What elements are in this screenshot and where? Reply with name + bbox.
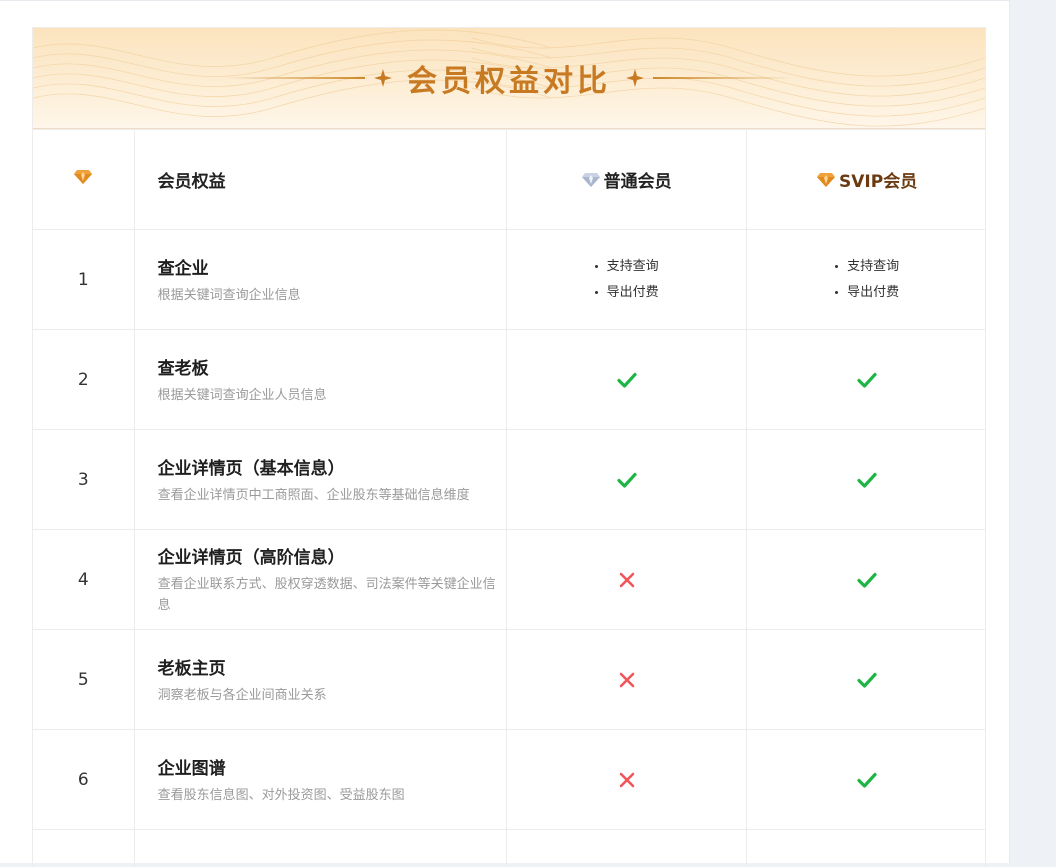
feature-cell: 企业详情页（高阶信息） 查看企业联系方式、股权穿透数据、司法案件等关键企业信息: [134, 530, 506, 630]
plan-normal-cell: [506, 630, 746, 730]
feature-cell: [134, 830, 506, 867]
diamond-gold-icon: [817, 172, 835, 188]
plan-normal-label: 普通会员: [604, 167, 672, 192]
check-icon: [856, 469, 878, 491]
cross-icon: [616, 569, 638, 591]
bullet-text: 导出付费: [607, 280, 659, 306]
row-number: 2: [33, 330, 134, 430]
feature-description: 根据关键词查询企业信息: [158, 285, 506, 306]
diamond-gold-icon: [74, 169, 92, 185]
feature-description: 根据关键词查询企业人员信息: [158, 385, 506, 406]
diamond-silver-icon: [582, 172, 600, 188]
sparkle-icon: [373, 68, 393, 88]
row-number: [33, 830, 134, 867]
title-rule-left: [225, 77, 365, 79]
feature-title: 查企业: [158, 254, 506, 279]
feature-cell: 老板主页洞察老板与各企业间商业关系: [134, 630, 506, 730]
plan-normal-cell: [506, 530, 746, 630]
feature-bullet-list: 支持查询导出付费: [595, 254, 659, 306]
bullet-text: 支持查询: [607, 254, 659, 280]
plan-svip-cell: [747, 630, 986, 730]
check-icon: [856, 769, 878, 791]
feature-cell: 企业详情页（基本信息） 查看企业详情页中工商照面、企业股东等基础信息维度: [134, 430, 506, 530]
row-number: 6: [33, 730, 134, 830]
feature-title: 查老板: [158, 354, 506, 379]
row-number: 3: [33, 430, 134, 530]
feature-cell: 查企业根据关键词查询企业信息: [134, 230, 506, 330]
plan-normal-cell: [506, 730, 746, 830]
plan-svip-cell: [747, 830, 986, 867]
table-row: [33, 830, 986, 867]
header-feature-label: 会员权益: [158, 172, 226, 192]
feature-title: 企业图谱: [158, 754, 506, 779]
feature-description: 查看企业详情页中工商照面、企业股东等基础信息维度: [158, 485, 506, 506]
table-row: 3 企业详情页（基本信息） 查看企业详情页中工商照面、企业股东等基础信息维度: [33, 430, 986, 530]
plan-svip-label: SVIP会员: [839, 167, 917, 192]
plan-svip-cell: 支持查询导出付费: [747, 230, 986, 330]
plan-svip-cell: [747, 530, 986, 630]
feature-title: 企业详情页（高阶信息）: [158, 543, 506, 568]
table-row: 4 企业详情页（高阶信息） 查看企业联系方式、股权穿透数据、司法案件等关键企业信息: [33, 530, 986, 630]
feature-description: 查看股东信息图、对外投资图、受益股东图: [158, 785, 506, 806]
row-number: 4: [33, 530, 134, 630]
header-plan-svip: SVIP会员: [747, 130, 986, 230]
feature-bullet-list: 支持查询导出付费: [835, 254, 899, 306]
bullet-dot: [595, 291, 598, 294]
sparkle-icon: [625, 68, 645, 88]
table-row: 6企业图谱查看股东信息图、对外投资图、受益股东图: [33, 730, 986, 830]
table-row: 5老板主页洞察老板与各企业间商业关系: [33, 630, 986, 730]
comparison-table: 会员权益 普通会员: [33, 129, 986, 867]
header-feature-cell: 会员权益: [134, 130, 506, 230]
cross-icon: [616, 769, 638, 791]
feature-title: 企业详情页（基本信息）: [158, 454, 506, 479]
banner-title-row: 会员权益对比: [33, 28, 985, 128]
table-header-row: 会员权益 普通会员: [33, 130, 986, 230]
bullet-item: 导出付费: [835, 280, 899, 306]
row-number: 5: [33, 630, 134, 730]
check-icon: [616, 369, 638, 391]
check-icon: [856, 569, 878, 591]
bullet-item: 支持查询: [595, 254, 659, 280]
header-icon-cell: [33, 130, 134, 230]
content-panel: 会员权益对比: [0, 0, 1010, 863]
header-plan-normal: 普通会员: [506, 130, 746, 230]
table-row: 1查企业根据关键词查询企业信息支持查询导出付费支持查询导出付费: [33, 230, 986, 330]
banner-title: 会员权益对比: [407, 56, 611, 100]
membership-comparison-card: 会员权益对比: [32, 27, 986, 867]
feature-title: 老板主页: [158, 654, 506, 679]
bullet-dot: [835, 291, 838, 294]
bullet-text: 导出付费: [847, 280, 899, 306]
plan-svip-cell: [747, 430, 986, 530]
bullet-text: 支持查询: [847, 254, 899, 280]
table-row: 2查老板根据关键词查询企业人员信息: [33, 330, 986, 430]
feature-description: 洞察老板与各企业间商业关系: [158, 685, 506, 706]
feature-cell: 企业图谱查看股东信息图、对外投资图、受益股东图: [134, 730, 506, 830]
bullet-dot: [835, 265, 838, 268]
plan-normal-cell: [506, 330, 746, 430]
plan-normal-cell: 支持查询导出付费: [506, 230, 746, 330]
check-icon: [856, 669, 878, 691]
plan-normal-cell: [506, 430, 746, 530]
check-icon: [856, 369, 878, 391]
cross-icon: [616, 669, 638, 691]
feature-description: 查看企业联系方式、股权穿透数据、司法案件等关键企业信息: [158, 574, 506, 616]
plan-svip-cell: [747, 330, 986, 430]
check-icon: [616, 469, 638, 491]
plan-svip-cell: [747, 730, 986, 830]
bullet-item: 导出付费: [595, 280, 659, 306]
feature-cell: 查老板根据关键词查询企业人员信息: [134, 330, 506, 430]
bullet-item: 支持查询: [835, 254, 899, 280]
comparison-banner: 会员权益对比: [33, 28, 985, 129]
title-rule-right: [653, 77, 793, 79]
row-number: 1: [33, 230, 134, 330]
plan-normal-cell: [506, 830, 746, 867]
bullet-dot: [595, 265, 598, 268]
